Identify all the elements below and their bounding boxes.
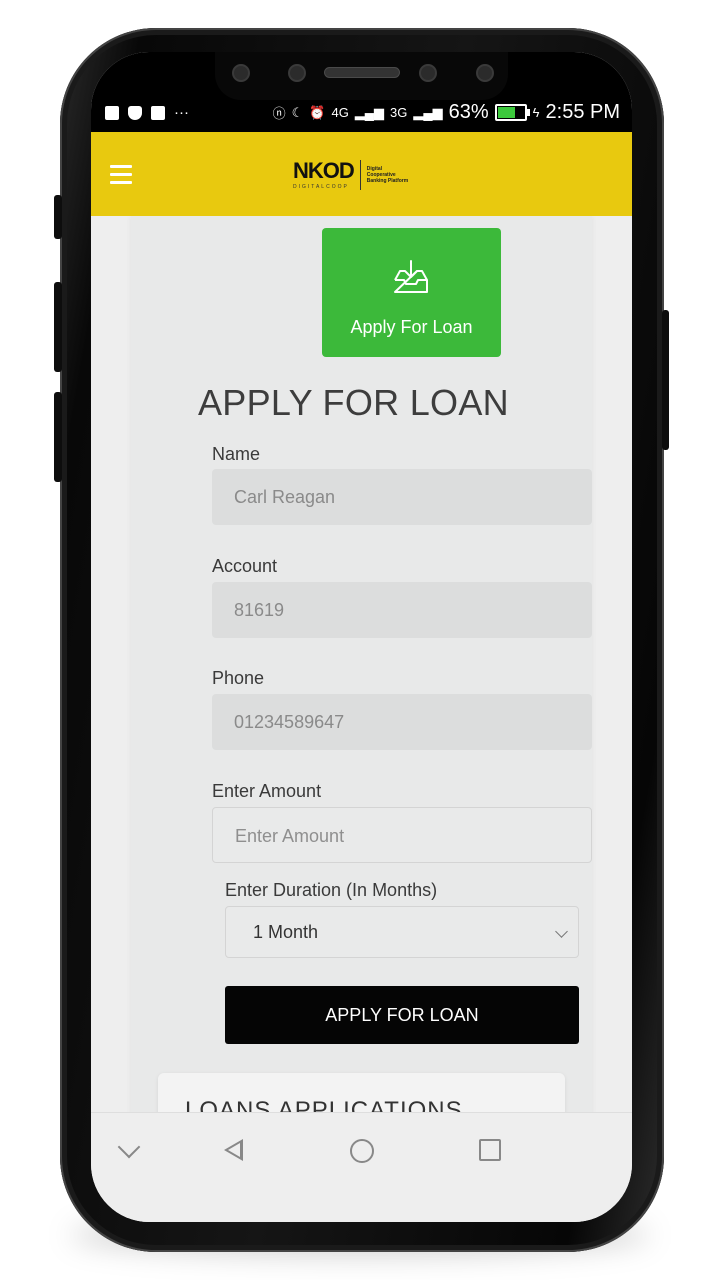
home-icon[interactable]: [350, 1139, 374, 1163]
notification-icons: ···: [105, 104, 189, 121]
chevron-down-icon: [555, 925, 568, 938]
image-icon: [151, 105, 165, 120]
logo-text: NKOD: [293, 158, 355, 183]
volume-up-button: [54, 282, 62, 372]
signal-icon: ▂▄▆: [354, 104, 385, 120]
back-icon[interactable]: [224, 1139, 243, 1161]
menu-line: [110, 165, 132, 168]
loans-applications-card: LOANS APPLICATIONS: [158, 1073, 565, 1112]
account-field[interactable]: 81619: [212, 582, 592, 638]
name-label: Name: [212, 444, 261, 464]
speaker-grille: [324, 67, 400, 78]
android-nav-bar: [91, 1112, 632, 1222]
moon-icon: ☾: [291, 104, 304, 120]
power-button: [662, 310, 669, 450]
page-content: Apply For Loan APPLY FOR LOAN Name Carl …: [91, 216, 632, 1112]
duration-select[interactable]: 1 Month: [225, 906, 579, 958]
camera-notch: [215, 52, 508, 100]
more-notifications-icon: ···: [174, 104, 189, 121]
apply-for-loan-tile[interactable]: Apply For Loan: [322, 228, 501, 357]
sensor-icon: [476, 64, 494, 82]
logo-tagline: Digital Cooperative Banking Platform: [366, 166, 409, 184]
phone-field[interactable]: 01234589647: [212, 694, 592, 750]
menu-line: [110, 173, 132, 176]
battery-icon: [494, 104, 530, 121]
apply-for-loan-button[interactable]: APPLY FOR LOAN: [225, 986, 579, 1044]
status-icons: ⓝ ☾ ⏰ 4G ▂▄▆ 3G ▂▄▆ 63% ϟ 2:55 PM: [273, 101, 620, 124]
logo-mark: NKOD DIGITALCOOP: [293, 158, 355, 191]
chevron-down-icon[interactable]: [117, 1135, 141, 1159]
volume-down-button: [54, 392, 62, 482]
duration-label: Enter Duration (In Months): [225, 880, 438, 900]
loan-form-card: Apply For Loan APPLY FOR LOAN Name Carl …: [131, 216, 592, 1112]
network-type: 4G: [331, 105, 349, 120]
logo-divider: [359, 160, 361, 190]
signal-icon: ▂▄▆: [413, 104, 443, 120]
camera-icon: [419, 64, 437, 82]
duration-selected-value: 1 Month: [253, 922, 319, 942]
account-label: Account: [212, 556, 278, 576]
shield-icon: [128, 105, 142, 120]
recents-icon[interactable]: [479, 1139, 501, 1161]
menu-line: [110, 181, 132, 184]
menu-icon[interactable]: [110, 165, 132, 185]
amount-label: Enter Amount: [212, 781, 322, 801]
clock: 2:55 PM: [545, 101, 620, 123]
loans-applications-title: LOANS APPLICATIONS: [185, 1097, 463, 1112]
logo[interactable]: NKOD DIGITALCOOP Digital Cooperative Ban…: [293, 160, 411, 190]
charging-icon: ϟ: [532, 105, 540, 120]
camera-icon: [288, 64, 306, 82]
battery-fill: [497, 107, 516, 118]
alarm-icon: ⏰: [309, 104, 326, 120]
nfc-icon: ⓝ: [272, 106, 286, 121]
logo-subtext: DIGITALCOOP: [293, 184, 349, 190]
side-button: [54, 195, 62, 239]
battery-percent: 63%: [448, 101, 489, 123]
app-bar: NKOD DIGITALCOOP Digital Cooperative Ban…: [91, 132, 632, 216]
screen: ··· ⓝ ☾ ⏰ 4G ▂▄▆ 3G ▂▄▆ 63% ϟ 2:55 PM NK…: [91, 52, 632, 1222]
network-type-2: 3G: [390, 105, 408, 120]
phone-label: Phone: [212, 668, 265, 688]
apply-tile-label: Apply For Loan: [350, 317, 473, 337]
sensor-icon: [232, 64, 250, 82]
amount-input[interactable]: Enter Amount: [212, 807, 592, 863]
name-field[interactable]: Carl Reagan: [212, 469, 592, 525]
page-title: APPLY FOR LOAN: [198, 382, 509, 423]
inbox-download-icon: [394, 260, 428, 293]
message-icon: [105, 105, 119, 120]
